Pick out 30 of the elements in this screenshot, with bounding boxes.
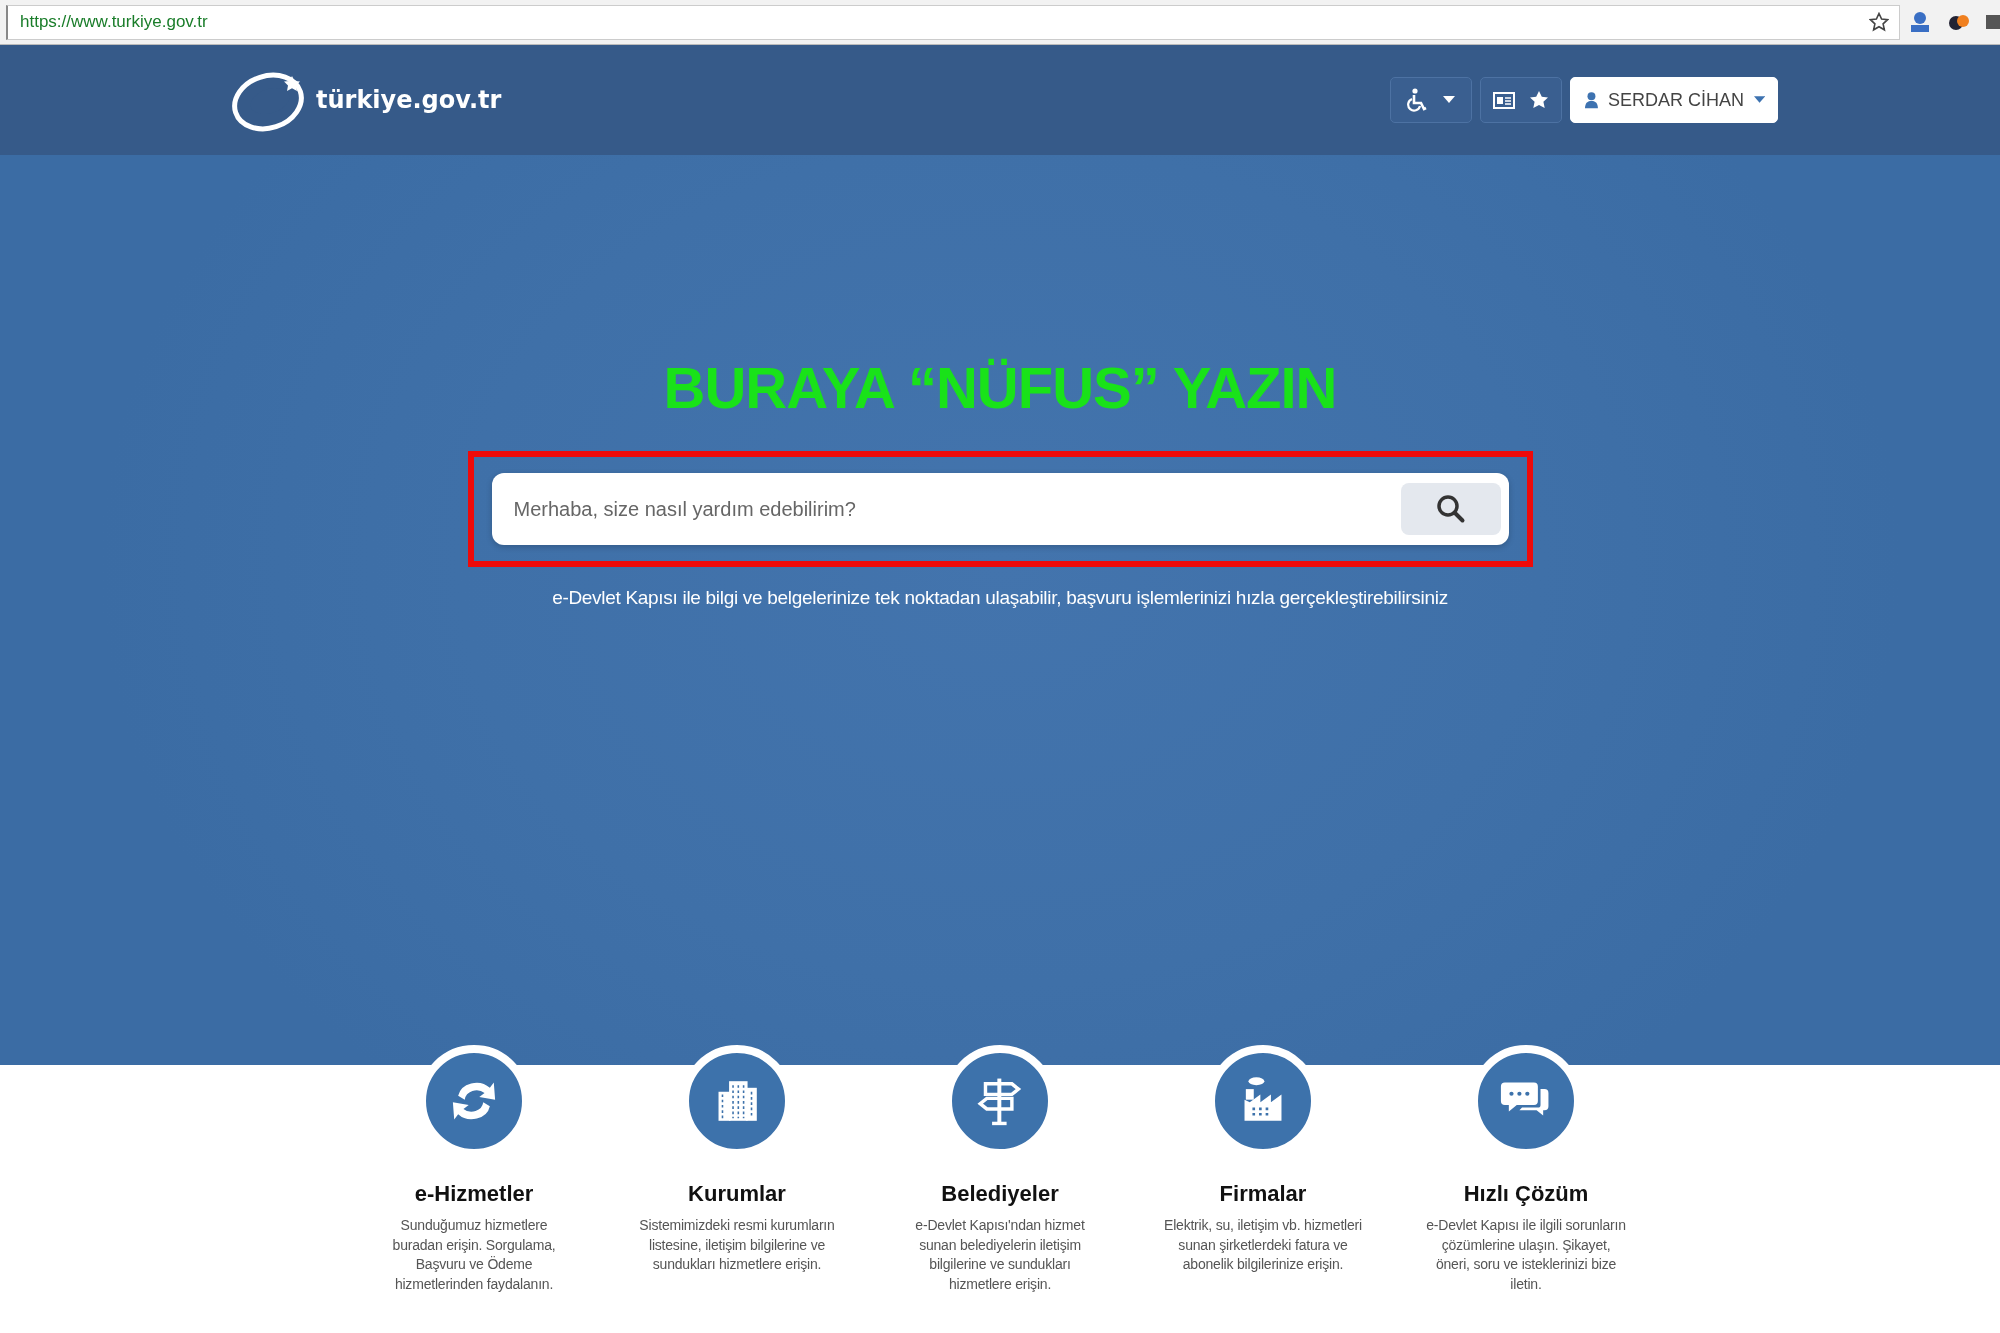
star-icon: [1529, 90, 1549, 110]
user-menu-button[interactable]: SERDAR CİHAN: [1570, 77, 1778, 123]
url-text: https://www.turkiye.gov.tr: [20, 12, 209, 32]
address-bar[interactable]: https://www.turkiye.gov.tr: [6, 4, 1900, 40]
extension-icon[interactable]: [1986, 12, 2000, 32]
caret-icon: [1753, 96, 1765, 104]
service-description: Sunduğumuz hizmetlere buradan erişin. Sorgulama, Başvuru ve Ödeme hizmetlerinden faydalanın.: [391, 1216, 557, 1294]
service-title[interactable]: Firmalar: [1219, 1181, 1307, 1207]
service-title[interactable]: e-Hizmetler: [414, 1181, 534, 1207]
bookmark-star-icon[interactable]: [1869, 12, 1889, 32]
search-button[interactable]: [1400, 483, 1501, 535]
accessibility-button[interactable]: [1390, 77, 1472, 123]
id-card-favorites-button[interactable]: [1480, 77, 1562, 123]
service-description: Sistemimizdeki resmi kurumların listesine, iletişim bilgilerine ve sundukları hizmetlere erişin.: [638, 1216, 836, 1274]
service-title[interactable]: Kurumlar: [688, 1181, 786, 1207]
service-description: e-Devlet Kapısı ile ilgili sorunların çözümlerine ulaşın. Şikayet, öneri, soru ve isteklerinizi bize iletin.: [1426, 1216, 1626, 1294]
id-card-icon: [1493, 91, 1515, 109]
wheelchair-icon: [1407, 88, 1429, 112]
service-description: e-Devlet Kapısı'ndan hizmet sunan belediyelerin iletişim bilgilerine ve sundukları hizmetlere erişin.: [914, 1216, 1086, 1294]
service-title[interactable]: Hızlı Çözüm: [1463, 1181, 1589, 1207]
search-icon: [1435, 494, 1466, 524]
search-input[interactable]: Merhaba, size nasıl yardım edebilirim?: [511, 496, 1401, 522]
annotation-text: BURAYA “NÜFUS” YAZIN: [663, 354, 1337, 422]
search-field[interactable]: Merhaba, size nasıl yardım edebilirim?: [491, 473, 1509, 545]
service-title[interactable]: Belediyeler: [941, 1181, 1059, 1207]
logo-text[interactable]: türkiye.gov.tr: [316, 86, 502, 114]
user-icon: [1585, 91, 1598, 109]
caret-icon: [1443, 96, 1455, 104]
service-description: Elektrik, su, iletişim vb. hizmetleri sunan şirketlerdeki fatura ve abonelik bilgilerinize erişin.: [1163, 1216, 1363, 1274]
tagline-text: e-Devlet Kapısı ile bilgi ve belgelerinize tek noktadan ulaşabilir, başvuru işlemlerinizi hızla gerçekleştirebilirsiniz: [552, 587, 1448, 609]
